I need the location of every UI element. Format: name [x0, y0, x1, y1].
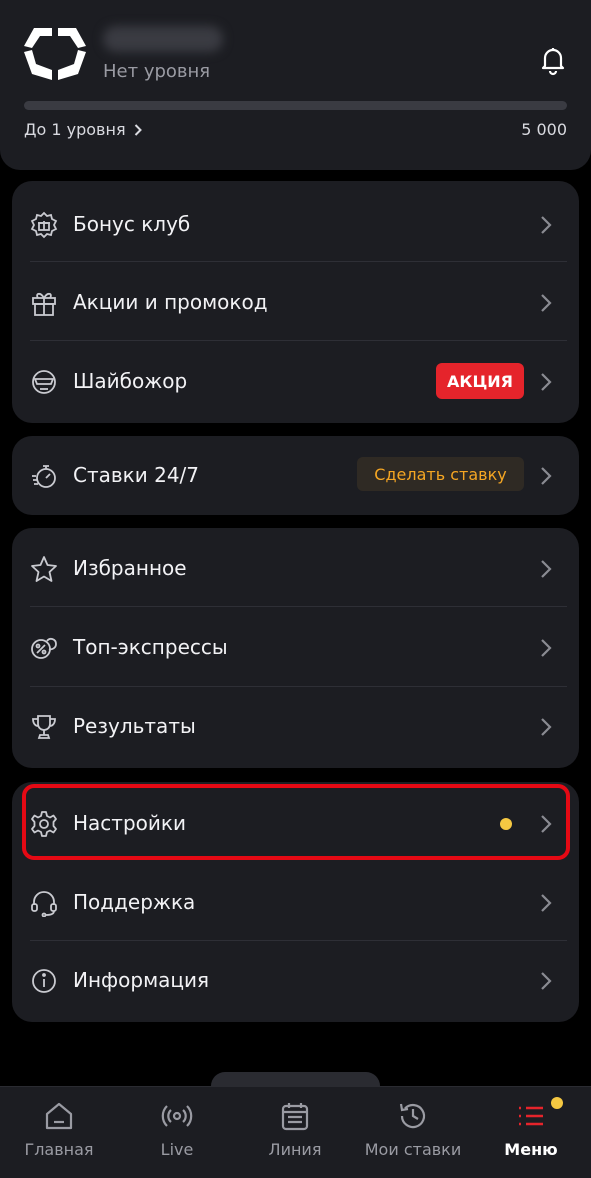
menu-group-promotions: Бонус клуб Акции и промокод Шайбожор АКЦ… — [12, 181, 579, 423]
menu-item-label: Шайбожор — [73, 369, 188, 393]
menu-item-top-express[interactable]: Топ-экспрессы — [12, 608, 579, 687]
menu-item-label: Избранное — [73, 556, 187, 580]
menu-item-label: Поддержка — [73, 890, 196, 914]
menu-item-results[interactable]: Результаты — [12, 687, 579, 766]
chevron-right-icon — [539, 637, 553, 659]
menu-item-shaibozhor[interactable]: Шайбожор АКЦИЯ — [12, 342, 579, 421]
tab-home[interactable]: Главная — [0, 1087, 118, 1178]
menu-item-favorites[interactable]: Избранное — [12, 529, 579, 608]
top-express-icon — [30, 634, 58, 662]
menu-group-bets: Ставки 24/7 Сделать ставку — [12, 436, 579, 515]
menu-item-label: Акции и промокод — [73, 290, 268, 314]
menu-item-label: Ставки 24/7 — [73, 463, 200, 487]
divider — [30, 340, 567, 341]
chevron-right-icon — [539, 716, 553, 738]
menu-item-information[interactable]: Информация — [12, 941, 579, 1020]
chevron-right-icon — [539, 558, 553, 580]
live-broadcast-icon — [161, 1100, 193, 1132]
tab-label: Главная — [24, 1140, 94, 1159]
menu-item-support[interactable]: Поддержка — [12, 863, 579, 942]
tab-line[interactable]: Линия — [236, 1087, 354, 1178]
menu-item-label: Топ-экспрессы — [73, 635, 228, 659]
headset-icon — [30, 889, 58, 918]
bonus-club-icon — [30, 211, 58, 239]
mask-icon — [30, 368, 58, 396]
chevron-right-icon — [539, 465, 553, 487]
menu-item-label: Результаты — [73, 714, 196, 738]
menu-item-label: Информация — [73, 968, 210, 992]
settings-highlight-frame — [22, 784, 570, 860]
star-icon — [30, 555, 58, 583]
notification-dot — [551, 1097, 563, 1109]
stopwatch-icon — [30, 462, 58, 490]
chevron-right-icon — [539, 371, 553, 393]
tab-live[interactable]: Live — [118, 1087, 236, 1178]
chevron-right-icon — [539, 292, 553, 314]
promo-badge: АКЦИЯ — [436, 363, 524, 399]
tab-my-bets[interactable]: Мои ставки — [354, 1087, 472, 1178]
divider — [30, 261, 567, 262]
profile-header: Нет уровня До 1 уровня 5 000 — [0, 0, 591, 170]
tab-menu[interactable]: Меню — [472, 1087, 590, 1178]
chevron-right-icon — [539, 214, 553, 236]
history-icon — [397, 1100, 429, 1132]
info-icon — [30, 967, 58, 995]
bottom-tab-bar: Главная Live Линия Мои ставки Меню — [0, 1086, 591, 1178]
chevron-right-icon — [539, 970, 553, 992]
tab-label: Мои ставки — [364, 1140, 462, 1159]
points-required: 5 000 — [521, 120, 567, 139]
brand-logo-icon — [22, 24, 88, 84]
bell-icon[interactable] — [537, 44, 569, 76]
menu-item-bonus-club[interactable]: Бонус клуб — [12, 185, 579, 264]
menu-group-favorites: Избранное Топ-экспрессы Результаты — [12, 528, 579, 768]
next-level-link[interactable]: До 1 уровня — [24, 120, 142, 139]
menu-item-label: Бонус клуб — [73, 212, 191, 236]
tab-label: Линия — [268, 1140, 322, 1159]
menu-item-promotions[interactable]: Акции и промокод — [12, 263, 579, 342]
place-bet-badge[interactable]: Сделать ставку — [357, 457, 524, 491]
trophy-icon — [30, 713, 58, 741]
username-blurred — [103, 26, 223, 52]
divider — [30, 606, 567, 607]
level-progress-bar — [24, 101, 567, 110]
menu-item-bets-24-7[interactable]: Ставки 24/7 Сделать ставку — [12, 436, 579, 515]
home-icon — [43, 1100, 75, 1132]
chevron-right-icon — [539, 892, 553, 914]
next-level-label: До 1 уровня — [24, 120, 126, 139]
level-status: Нет уровня — [103, 61, 211, 82]
tab-label: Live — [160, 1140, 194, 1159]
tab-label: Меню — [504, 1140, 558, 1159]
chevron-right-icon — [134, 123, 142, 136]
gift-icon — [30, 289, 58, 317]
calendar-icon — [279, 1100, 311, 1132]
menu-list-icon — [515, 1100, 547, 1132]
